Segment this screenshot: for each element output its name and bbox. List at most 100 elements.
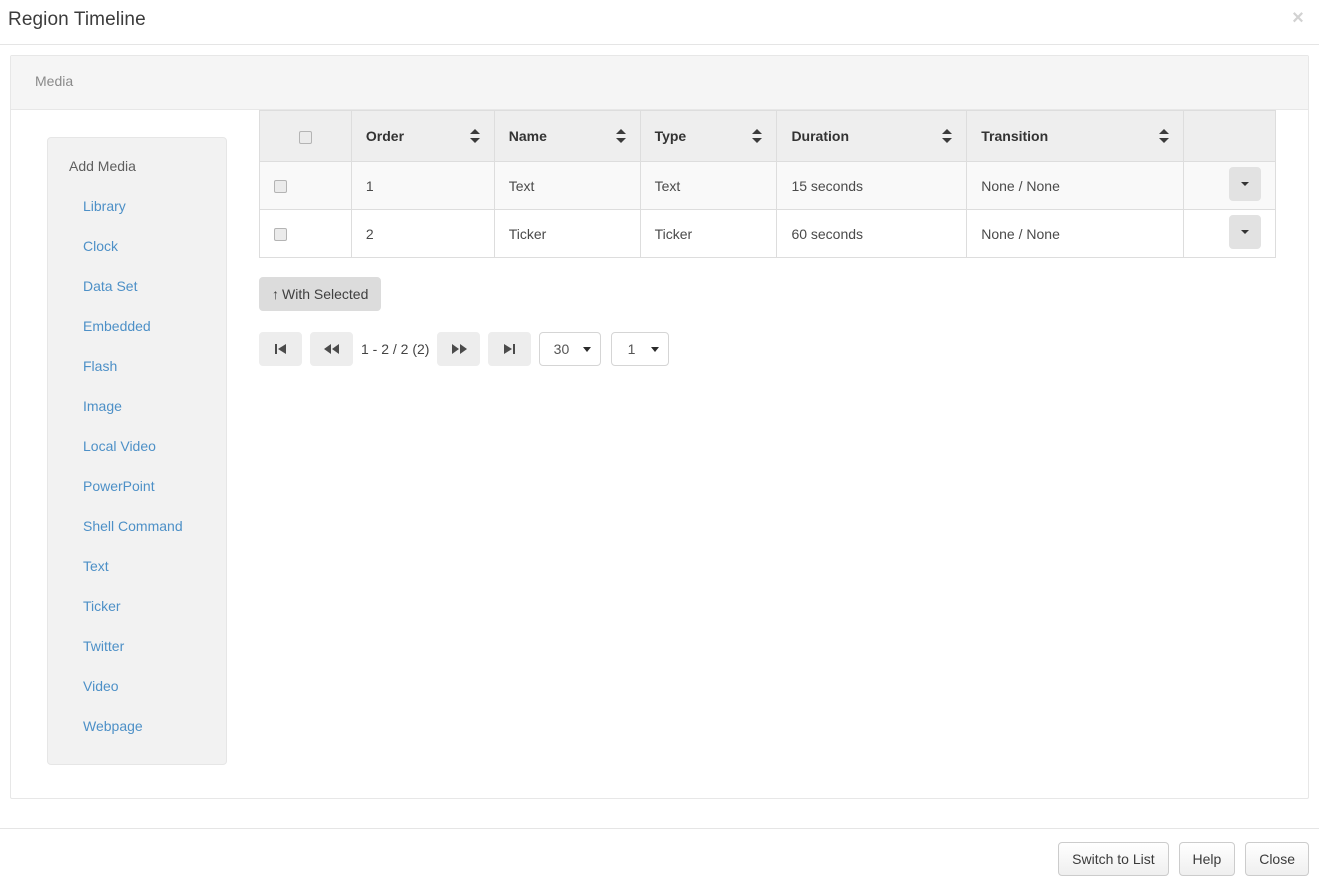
table-row[interactable]: 1 Text Text 15 seconds None / None bbox=[260, 162, 1276, 210]
column-header-duration[interactable]: Duration bbox=[777, 111, 967, 162]
cell-type: Ticker bbox=[640, 210, 777, 258]
column-header-name[interactable]: Name bbox=[494, 111, 640, 162]
first-page-icon bbox=[274, 343, 287, 355]
sort-icon[interactable] bbox=[616, 128, 626, 144]
sidebar-item-label[interactable]: Embedded bbox=[83, 318, 151, 334]
sidebar-item-label[interactable]: Video bbox=[83, 678, 119, 694]
sidebar-item-label[interactable]: Local Video bbox=[83, 438, 156, 454]
sidebar-item-library[interactable]: Library bbox=[48, 186, 226, 226]
sidebar-item-label[interactable]: Ticker bbox=[83, 598, 121, 614]
sidebar-item-webpage[interactable]: Webpage bbox=[48, 706, 226, 746]
column-header-label: Name bbox=[509, 128, 547, 144]
sidebar-item-label[interactable]: Webpage bbox=[83, 718, 143, 734]
row-actions-dropdown-button[interactable] bbox=[1229, 215, 1261, 249]
row-checkbox[interactable] bbox=[274, 180, 287, 193]
sidebar-item-label[interactable]: Image bbox=[83, 398, 122, 414]
cell-duration: 15 seconds bbox=[777, 162, 967, 210]
pagination-info: 1 - 2 / 2 (2) bbox=[361, 341, 429, 357]
with-selected-button[interactable]: ↑With Selected bbox=[259, 277, 381, 311]
table-body: 1 Text Text 15 seconds None / None bbox=[260, 162, 1276, 258]
page-title: Region Timeline bbox=[8, 9, 146, 31]
sidebar-item-embedded[interactable]: Embedded bbox=[48, 306, 226, 346]
cell-name: Ticker bbox=[494, 210, 640, 258]
switch-to-list-button[interactable]: Switch to List bbox=[1058, 842, 1168, 876]
column-header-label: Type bbox=[655, 128, 687, 144]
sidebar-item-clock[interactable]: Clock bbox=[48, 226, 226, 266]
column-header-actions bbox=[1184, 111, 1276, 162]
sort-icon[interactable] bbox=[470, 128, 480, 144]
modal-body: Media Add Media Library Clock Data Set E… bbox=[0, 45, 1319, 828]
column-header-order[interactable]: Order bbox=[351, 111, 494, 162]
sidebar-item-label[interactable]: Data Set bbox=[83, 278, 137, 294]
row-select-cell bbox=[260, 162, 352, 210]
sidebar-item-data-set[interactable]: Data Set bbox=[48, 266, 226, 306]
sidebar-item-local-video[interactable]: Local Video bbox=[48, 426, 226, 466]
close-button[interactable]: Close bbox=[1245, 842, 1309, 876]
close-icon[interactable]: × bbox=[1287, 8, 1309, 30]
help-button[interactable]: Help bbox=[1179, 842, 1236, 876]
sidebar-item-label[interactable]: Library bbox=[83, 198, 126, 214]
panel-content: Add Media Library Clock Data Set Embedde… bbox=[11, 110, 1308, 798]
column-header-type[interactable]: Type bbox=[640, 111, 777, 162]
select-all-checkbox[interactable] bbox=[299, 131, 312, 144]
row-actions-cell bbox=[1184, 162, 1276, 210]
cell-transition: None / None bbox=[967, 162, 1184, 210]
column-header-label: Duration bbox=[791, 128, 849, 144]
sidebar-item-text[interactable]: Text bbox=[48, 546, 226, 586]
row-checkbox[interactable] bbox=[274, 228, 287, 241]
pagination: 1 - 2 / 2 (2) 30 bbox=[259, 332, 679, 366]
media-table: Order Name Type bbox=[259, 110, 1276, 258]
chevron-down-icon bbox=[1241, 182, 1249, 186]
page-number-select[interactable]: 1 bbox=[611, 332, 669, 366]
next-page-button[interactable] bbox=[437, 332, 480, 366]
chevron-down-icon bbox=[651, 347, 659, 352]
column-header-transition[interactable]: Transition bbox=[967, 111, 1184, 162]
arrow-up-icon: ↑ bbox=[272, 286, 279, 302]
cell-transition: None / None bbox=[967, 210, 1184, 258]
row-actions-dropdown-button[interactable] bbox=[1229, 167, 1261, 201]
sidebar-item-label[interactable]: Flash bbox=[83, 358, 117, 374]
with-selected-label: With Selected bbox=[282, 286, 368, 302]
table-row[interactable]: 2 Ticker Ticker 60 seconds None / None bbox=[260, 210, 1276, 258]
sidebar-item-label[interactable]: PowerPoint bbox=[83, 478, 155, 494]
first-page-button[interactable] bbox=[259, 332, 302, 366]
media-panel: Media Add Media Library Clock Data Set E… bbox=[10, 55, 1309, 799]
row-select-cell bbox=[260, 210, 352, 258]
add-media-sidebar: Add Media Library Clock Data Set Embedde… bbox=[47, 137, 227, 765]
modal-header: Region Timeline × bbox=[0, 0, 1319, 45]
sidebar-item-label[interactable]: Twitter bbox=[83, 638, 124, 654]
modal-footer: Switch to List Help Close bbox=[0, 828, 1319, 887]
page-size-value: 30 bbox=[540, 333, 582, 365]
table-header-row: Order Name Type bbox=[260, 111, 1276, 162]
sidebar-item-flash[interactable]: Flash bbox=[48, 346, 226, 386]
sidebar-title: Add Media bbox=[48, 156, 226, 176]
sidebar-item-label[interactable]: Text bbox=[83, 558, 109, 574]
media-table-wrap: Order Name Type bbox=[259, 110, 1276, 258]
page-size-select[interactable]: 30 bbox=[539, 332, 601, 366]
cell-order: 2 bbox=[351, 210, 494, 258]
sidebar-item-label[interactable]: Shell Command bbox=[83, 518, 183, 534]
sort-icon[interactable] bbox=[1159, 128, 1169, 144]
panel-heading: Media bbox=[11, 56, 1308, 110]
sidebar-item-powerpoint[interactable]: PowerPoint bbox=[48, 466, 226, 506]
sidebar-item-image[interactable]: Image bbox=[48, 386, 226, 426]
column-header-select-all bbox=[260, 111, 352, 162]
cell-type: Text bbox=[640, 162, 777, 210]
tab-media[interactable]: Media bbox=[35, 73, 73, 89]
sidebar-item-shell-command[interactable]: Shell Command bbox=[48, 506, 226, 546]
column-header-label: Order bbox=[366, 128, 404, 144]
page-number-value: 1 bbox=[612, 333, 650, 365]
sidebar-item-video[interactable]: Video bbox=[48, 666, 226, 706]
sidebar-item-ticker[interactable]: Ticker bbox=[48, 586, 226, 626]
last-page-icon bbox=[503, 343, 516, 355]
previous-page-button[interactable] bbox=[310, 332, 353, 366]
cell-order: 1 bbox=[351, 162, 494, 210]
sort-icon[interactable] bbox=[942, 128, 952, 144]
cell-duration: 60 seconds bbox=[777, 210, 967, 258]
last-page-button[interactable] bbox=[488, 332, 531, 366]
sort-icon[interactable] bbox=[752, 128, 762, 144]
sidebar-item-label[interactable]: Clock bbox=[83, 238, 118, 254]
row-actions-cell bbox=[1184, 210, 1276, 258]
sidebar-item-twitter[interactable]: Twitter bbox=[48, 626, 226, 666]
column-header-label: Transition bbox=[981, 128, 1048, 144]
